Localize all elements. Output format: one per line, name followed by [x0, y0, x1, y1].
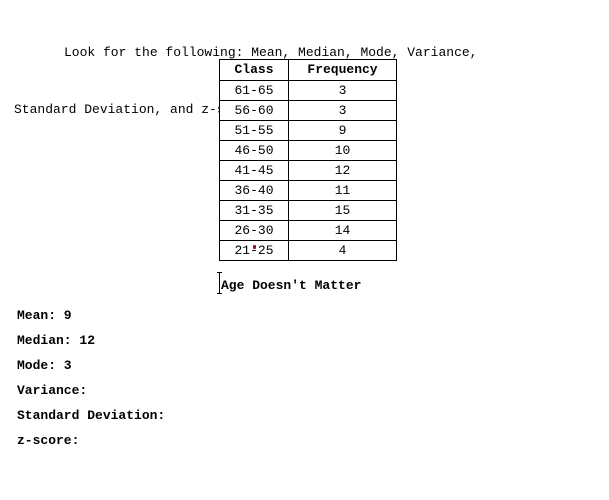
cell-class: 56-60: [219, 100, 289, 121]
cell-frequency: 3: [288, 80, 397, 101]
stat-line-mode: Mode: 3: [17, 358, 72, 373]
text-cursor-caret: [217, 272, 222, 294]
cell-class: 61-65: [219, 80, 289, 101]
table-header-row: Class Frequency: [219, 59, 397, 81]
table-row: 56-60 3: [219, 100, 397, 121]
stat-line-standard-deviation: Standard Deviation:: [17, 408, 166, 423]
cell-class: 51-55: [219, 120, 289, 141]
stat-line-variance: Variance:: [17, 383, 88, 398]
table-row: 41-45 12: [219, 160, 397, 181]
table-body: 61-65 3 56-60 3 51-55 9 46-50 10 41-45 1…: [219, 80, 397, 261]
cell-frequency: 15: [288, 200, 397, 221]
cell-class: 46-50: [219, 140, 289, 161]
table-row: 61-65 3: [219, 80, 397, 101]
table-row: 36-40 11: [219, 180, 397, 201]
cell-frequency: 10: [288, 140, 397, 161]
table-header: Class Frequency: [219, 59, 397, 81]
cell-frequency: 3: [288, 100, 397, 121]
table-row: 51-55 9: [219, 120, 397, 141]
table-row: 31-35 15: [219, 200, 397, 221]
stat-line-mean: Mean: 9: [17, 308, 72, 323]
stat-line-z-score: z-score:: [17, 433, 80, 448]
cell-frequency: 4: [288, 240, 397, 261]
cell-class: 31-35: [219, 200, 289, 221]
table-row: 26-30 14: [219, 220, 397, 241]
table-caption: Age Doesn't Matter: [221, 278, 362, 293]
cell-frequency: 12: [288, 160, 397, 181]
frequency-table-container: Class Frequency 61-65 3 56-60 3 51-55 9 …: [219, 59, 397, 261]
stat-line-median: Median: 12: [17, 333, 96, 348]
table-row: 46-50 10: [219, 140, 397, 161]
cell-class: 36-40: [219, 180, 289, 201]
column-header-class: Class: [219, 59, 289, 81]
table-row: 21-25 4: [219, 240, 397, 261]
cell-class-label: 21-25: [234, 243, 274, 258]
cell-frequency: 14: [288, 220, 397, 241]
cell-class: 41-45: [219, 160, 289, 181]
cell-frequency: 9: [288, 120, 397, 141]
frequency-table: Class Frequency 61-65 3 56-60 3 51-55 9 …: [219, 59, 397, 261]
statistics-list: Mean: 9 Median: 12 Mode: 3 Variance: Sta…: [17, 308, 417, 458]
cell-frequency: 11: [288, 180, 397, 201]
cell-class: 26-30: [219, 220, 289, 241]
column-header-frequency: Frequency: [288, 59, 397, 81]
cell-class: 21-25: [219, 240, 289, 261]
